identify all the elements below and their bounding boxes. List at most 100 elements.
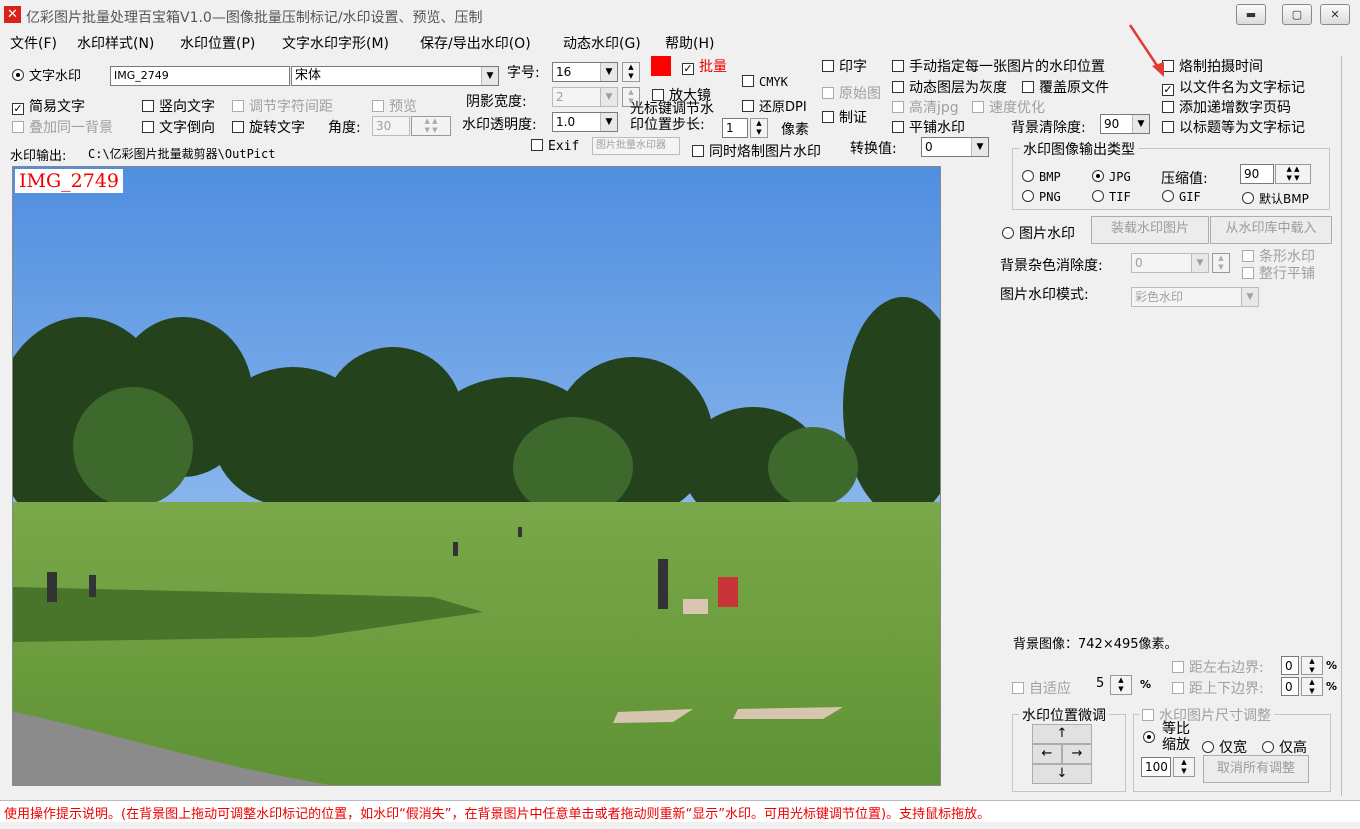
menu-text-font[interactable]: 文字水印字形(M) [282,33,389,53]
font-size-select[interactable]: 16 ▼ [552,62,618,82]
rotate-text-checkbox[interactable]: 旋转文字 [232,117,305,137]
move-down-button[interactable]: ↓ [1032,764,1092,784]
cover-original-checkbox[interactable]: 覆盖原文件 [1022,77,1109,97]
compress-input[interactable]: 90 [1240,164,1274,184]
tif-radio[interactable]: TIF [1092,190,1131,204]
bg-clear-select[interactable]: 90 ▼ [1100,114,1150,134]
manual-position-checkbox[interactable]: 手动指定每一张图片的水印位置 [892,56,1105,76]
maximize-button[interactable]: ▢ [1282,4,1312,25]
compress-spinner[interactable]: ▲ ▲ ▼ ▼ [1275,164,1311,184]
minimize-button[interactable]: ▬ [1236,4,1266,25]
bg-clear-value: 90 [1104,117,1120,131]
tile-line-checkbox[interactable]: 整行平铺 [1242,266,1315,283]
simple-text-checkbox[interactable]: ✓ 简易文字 [12,96,85,116]
strip-watermark-checkbox[interactable]: 条形水印 [1242,249,1315,266]
jpg-radio[interactable]: JPG [1092,170,1131,184]
color-swatch[interactable] [651,56,671,76]
noise-select[interactable]: 0 ▼ [1131,253,1209,273]
menu-help[interactable]: 帮助(H) [665,33,714,53]
exif-checkbox[interactable]: Exif [531,139,579,154]
burn-time-checkbox[interactable]: 烙制拍摄时间 [1162,56,1263,76]
make-cert-checkbox[interactable]: 制证 [822,107,867,127]
convert-select[interactable]: 0 ▼ [921,137,989,157]
adaptive-spinner[interactable]: ▲ ▼ [1110,675,1132,695]
stamp-checkbox[interactable]: 印字 [822,56,867,76]
same-time-checkbox[interactable]: 同时烙制图片水印 [692,141,821,161]
scale-spinner[interactable]: ▲ ▼ [1173,757,1195,777]
default-bmp-radio[interactable]: 默认BMP [1242,190,1309,207]
watermark-text-input[interactable]: IMG_2749 [110,66,290,86]
load-from-library-button[interactable]: 从水印库中载入 [1210,216,1332,244]
title-mark-checkbox[interactable]: 以标题等为文字标记 [1162,117,1305,137]
status-text: 使用操作提示说明。(在背景图上拖动可调整水印标记的位置，如水印“假消失”，在背景… [4,807,991,822]
watermark-text-overlay[interactable]: IMG_2749 [15,169,123,193]
lr-margin-input[interactable]: 0 [1281,656,1299,675]
move-up-button[interactable]: ↑ [1032,724,1092,744]
move-left-button[interactable]: ← [1032,744,1062,764]
lr-margin-checkbox[interactable]: 距左右边界: [1172,657,1264,677]
batch-checkbox[interactable]: ✓ 批量 [682,56,727,76]
lr-margin-unit: % [1326,659,1338,672]
noise-spinner[interactable]: ▲ ▼ [1212,253,1230,273]
preview-checkbox[interactable]: 预览 [372,96,417,116]
font-size-spinner[interactable]: ▲ ▼ [622,62,640,82]
original-checkbox[interactable]: 原始图 [822,83,881,103]
tb-margin-input[interactable]: 0 [1281,677,1299,696]
same-time-label: 同时烙制图片水印 [709,144,821,160]
convert-label: 转换值: [850,141,897,157]
dynamic-gray-checkbox[interactable]: 动态图层为灰度 [892,77,1007,97]
lr-margin-spinner[interactable]: ▲ ▼ [1301,656,1323,675]
png-radio[interactable]: PNG [1022,190,1061,204]
restore-dpi-checkbox[interactable]: 还原DPI [742,96,807,115]
shadow-width-select[interactable]: 2 ▼ [552,87,618,107]
hd-jpg-checkbox[interactable]: 高清jpg [892,97,959,117]
height-only-radio[interactable]: 仅高 [1262,737,1307,757]
size-adjust-checkbox[interactable]: 水印图片尺寸调整 [1139,705,1274,725]
tb-margin-checkbox[interactable]: 距上下边界: [1172,678,1264,698]
menu-watermark-position[interactable]: 水印位置(P) [180,33,255,53]
cursor-step-input[interactable]: 1 [722,118,748,138]
menu-file[interactable]: 文件(F) [10,33,57,53]
cancel-adjust-button[interactable]: 取消所有调整 [1203,755,1309,783]
image-watermark-radio[interactable]: 图片水印 [1002,223,1075,243]
bmp-radio[interactable]: BMP [1022,170,1061,184]
mode-select[interactable]: 彩色水印 ▼ [1131,287,1259,307]
adjust-spacing-checkbox[interactable]: 调节字符间距 [232,96,333,116]
font-select[interactable]: 宋体 ▼ [291,66,499,86]
red-arrow-annotation [1128,24,1164,77]
adaptive-value: 5 [1096,676,1105,691]
filename-mark-checkbox[interactable]: ✓ 以文件名为文字标记 [1162,77,1305,97]
angle-label: 角度: [328,120,361,136]
text-reverse-checkbox[interactable]: 文字倒向 [142,117,215,137]
tile-watermark-checkbox[interactable]: 平铺水印 [892,117,965,137]
cmyk-checkbox[interactable]: CMYK [742,75,788,89]
opacity-select[interactable]: 1.0 ▼ [552,112,618,132]
width-only-radio[interactable]: 仅宽 [1202,737,1247,757]
adaptive-checkbox[interactable]: 自适应 [1012,678,1071,698]
overlay-bg-checkbox[interactable]: 叠加同一背景 [12,117,113,137]
close-button[interactable]: ✕ [1320,4,1350,25]
angle-spinner[interactable]: ▲ ▲ ▼ ▼ [411,116,451,136]
opacity-value: 1.0 [556,115,576,129]
menu-dynamic-watermark[interactable]: 动态水印(G) [563,33,641,53]
move-right-button[interactable]: → [1062,744,1092,764]
speed-opt-checkbox[interactable]: 速度优化 [972,97,1045,117]
preview-canvas[interactable]: IMG_2749 [12,166,941,786]
exif-field[interactable]: 图片批量水印器 [592,137,680,155]
add-page-no-checkbox[interactable]: 添加递增数字页码 [1162,97,1291,117]
ratio-radio[interactable] [1143,731,1160,746]
scale-input[interactable]: 100 [1141,757,1171,777]
tb-margin-spinner[interactable]: ▲ ▼ [1301,677,1323,696]
menu-save-export[interactable]: 保存/导出水印(O) [420,33,531,53]
menu-watermark-style[interactable]: 水印样式(N) [77,33,154,53]
text-watermark-radio[interactable]: 文字水印 [12,65,81,84]
chevron-down-icon: ▼ [1191,254,1208,272]
chevron-down-icon: ▼ [600,113,617,131]
load-watermark-button[interactable]: 装载水印图片 [1091,216,1209,244]
angle-input[interactable]: 30 [372,116,410,136]
cursor-step-spinner[interactable]: ▲ ▼ [750,118,768,138]
shadow-width-label: 阴影宽度: [466,94,527,110]
vertical-text-checkbox[interactable]: 竖向文字 [142,96,215,116]
gif-radio[interactable]: GIF [1162,190,1201,204]
hd-jpg-label: 高清jpg [909,100,959,116]
